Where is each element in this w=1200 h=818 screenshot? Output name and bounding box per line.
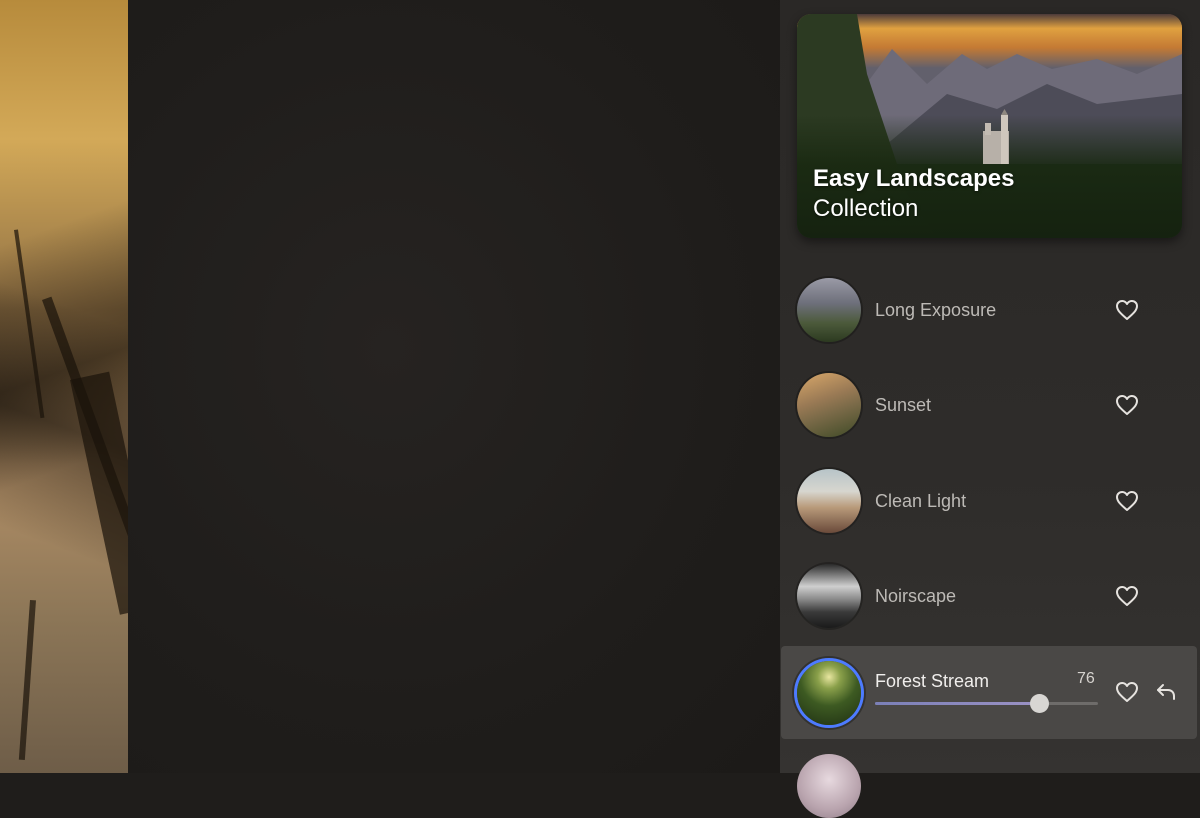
preset-label: Sunset [875, 395, 932, 415]
heart-icon[interactable] [1115, 394, 1139, 416]
slider-knob[interactable] [1030, 694, 1050, 713]
preset-amount-slider[interactable] [875, 694, 1098, 713]
image-preview-left-edge [0, 0, 128, 773]
slider-fill [875, 702, 1040, 705]
castle-graphic [983, 109, 1009, 164]
heart-icon[interactable] [1115, 490, 1139, 512]
preset-item-long-exposure[interactable]: Long Exposure [781, 264, 1197, 356]
preset-label: Clean Light [875, 491, 967, 511]
preset-item-clean-light[interactable]: Clean Light [781, 455, 1197, 547]
preset-label: Noirscape [875, 586, 957, 606]
preset-item-forest-stream[interactable]: Forest Stream 76 [781, 646, 1197, 739]
preset-thumbnail-next[interactable] [797, 754, 861, 818]
heart-icon[interactable] [1115, 585, 1139, 607]
preset-label: Long Exposure [875, 300, 997, 320]
preset-item-sunset[interactable]: Sunset [781, 359, 1197, 451]
heart-icon[interactable] [1115, 299, 1139, 321]
collection-title-bold: Easy Landscapes [813, 165, 1015, 192]
preset-thumbnail [797, 469, 861, 533]
preset-thumbnail [797, 660, 861, 725]
preset-label: Forest Stream [875, 671, 990, 691]
preset-thumbnail [797, 278, 861, 342]
heart-icon[interactable] [1115, 681, 1139, 703]
undo-icon[interactable] [1155, 681, 1177, 703]
collection-card[interactable]: Easy Landscapes Collection [797, 14, 1182, 238]
collection-title-rest: Collection [813, 195, 919, 222]
collection-title: Easy Landscapes Collection [813, 164, 1014, 224]
preset-amount-value: 76 [1077, 670, 1095, 687]
photo-canvas[interactable] [128, 0, 780, 773]
preset-thumbnail [797, 373, 861, 437]
preset-item-noirscape[interactable]: Noirscape [781, 550, 1197, 642]
preset-thumbnail [797, 564, 861, 628]
